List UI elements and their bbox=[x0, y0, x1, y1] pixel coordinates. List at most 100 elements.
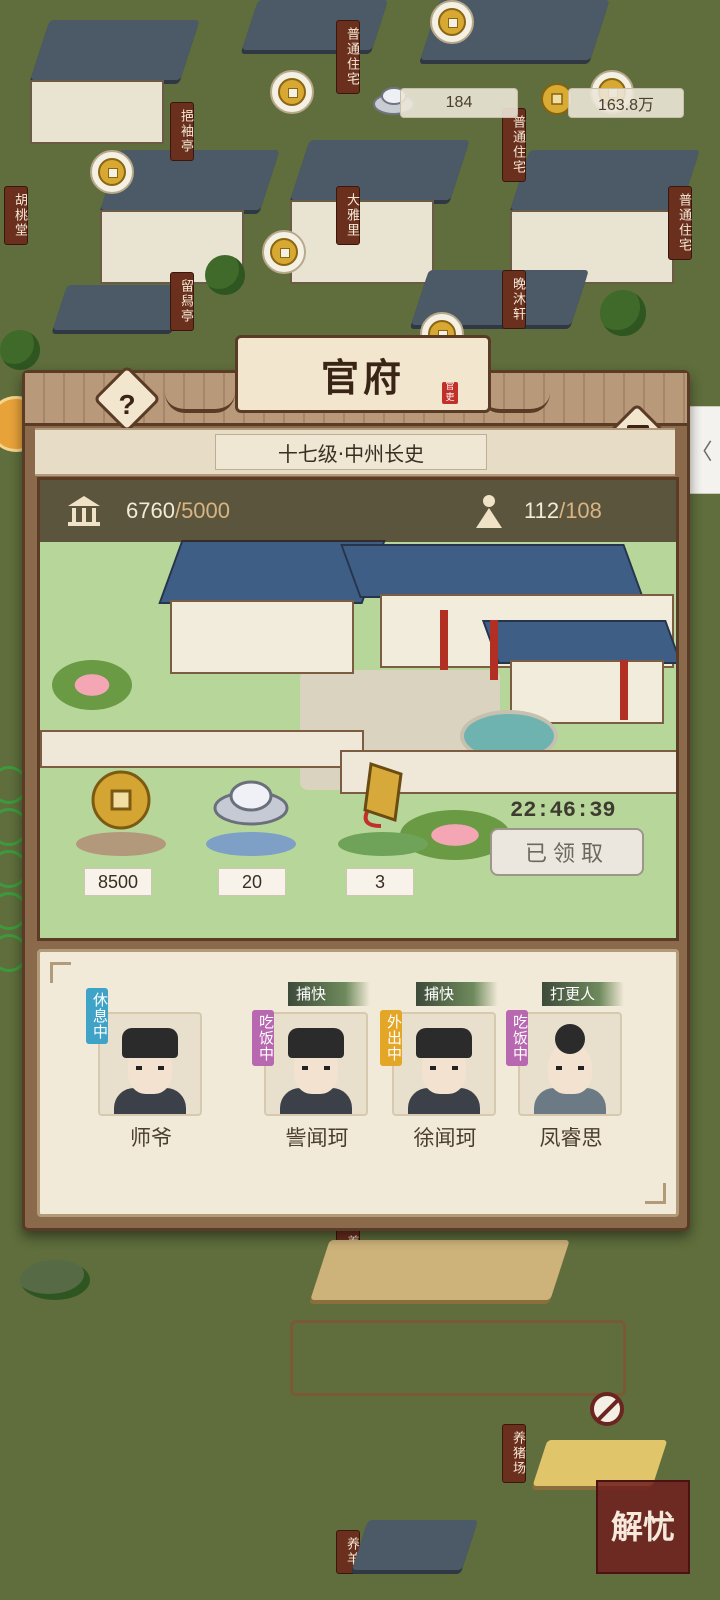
fence bbox=[290, 1320, 626, 1396]
staff-status: 吃饭中 bbox=[252, 1010, 275, 1066]
staff-portrait bbox=[264, 1012, 368, 1116]
prestige-current: 6760 bbox=[126, 498, 175, 523]
reward-token: 3 bbox=[338, 762, 428, 896]
house-roof bbox=[241, 0, 389, 50]
tree bbox=[205, 255, 245, 295]
map-label[interactable]: 挹袖亭 bbox=[170, 102, 194, 161]
hall-wall bbox=[170, 600, 354, 674]
rank-title: 十七级·中州长史 bbox=[215, 434, 487, 470]
solve-worries-button[interactable]: 解忧 bbox=[596, 1480, 690, 1574]
silver-counter[interactable]: 184 bbox=[400, 88, 518, 118]
silver-ingot-icon bbox=[213, 780, 289, 826]
hat bbox=[122, 1028, 178, 1058]
staff-portrait bbox=[518, 1012, 622, 1116]
staff-name: 师爷 bbox=[130, 1126, 172, 1150]
hair bbox=[555, 1024, 585, 1054]
staff-role: 捕快 bbox=[416, 982, 498, 1006]
population-max: /108 bbox=[559, 498, 602, 523]
staff-list: 休息中 师爷 捕快 吃饭中 訾闻珂 捕快 外出中 徐闻珂 打更人 吃饭中 凤睿思 bbox=[37, 949, 679, 1217]
coin-counter[interactable]: 163.8万 bbox=[568, 88, 684, 118]
house-roof bbox=[351, 1520, 479, 1570]
hall-roof bbox=[481, 620, 676, 664]
corner-ornament bbox=[645, 1183, 666, 1204]
seal-stamp: 官吏 bbox=[442, 382, 458, 404]
staff-name: 凤睿思 bbox=[539, 1126, 603, 1150]
pavilion-icon bbox=[68, 496, 100, 526]
corner-ornament bbox=[50, 962, 71, 983]
reward-value: 8500 bbox=[84, 868, 152, 896]
staff-status: 吃饭中 bbox=[506, 1010, 529, 1066]
rank-bar: 十七级·中州长史 bbox=[35, 428, 675, 476]
coin-collect-icon[interactable] bbox=[90, 150, 134, 194]
copper-coin-icon bbox=[91, 770, 151, 830]
reward-base bbox=[206, 832, 296, 856]
hat bbox=[288, 1028, 344, 1058]
map-label[interactable]: 留舄亭 bbox=[170, 272, 194, 331]
hat bbox=[416, 1028, 472, 1058]
token-icon bbox=[363, 762, 403, 828]
map-label[interactable]: 养猪场 bbox=[502, 1424, 526, 1483]
population-stat: 112/108 bbox=[524, 498, 602, 524]
staff-portrait bbox=[98, 1012, 202, 1116]
tree bbox=[600, 290, 646, 336]
house-roof bbox=[30, 20, 200, 80]
pillar bbox=[490, 620, 498, 680]
prestige-max: /5000 bbox=[174, 498, 231, 523]
house-roof bbox=[52, 285, 188, 330]
reward-base bbox=[338, 832, 428, 856]
pillar bbox=[620, 660, 628, 720]
staff-card[interactable]: 捕快 吃饭中 訾闻珂 bbox=[252, 972, 372, 1172]
staff-card[interactable]: 打更人 吃饭中 凤睿思 bbox=[506, 972, 626, 1172]
eyes bbox=[430, 1066, 458, 1070]
question-icon[interactable]: ? bbox=[103, 381, 151, 429]
eyes bbox=[556, 1066, 584, 1070]
hall-roof bbox=[340, 544, 644, 598]
map-label[interactable]: 胡桃堂 bbox=[4, 186, 28, 245]
panel-title-plate: 官府 官吏 bbox=[235, 335, 491, 413]
house-wall bbox=[30, 80, 164, 144]
reward-value: 3 bbox=[346, 868, 414, 896]
claim-button[interactable]: 已领取 bbox=[490, 828, 644, 876]
eyes bbox=[302, 1066, 330, 1070]
staff-portrait bbox=[392, 1012, 496, 1116]
map-label[interactable]: 普通住宅 bbox=[502, 108, 526, 182]
map-label[interactable]: 普通住宅 bbox=[668, 186, 692, 260]
prestige-stat: 6760/5000 bbox=[126, 498, 230, 524]
eyes bbox=[136, 1066, 164, 1070]
staff-status: 外出中 bbox=[380, 1010, 403, 1066]
courtyard-wall bbox=[40, 730, 364, 768]
map-label[interactable]: 普通住宅 bbox=[336, 20, 360, 94]
population-current: 112 bbox=[524, 498, 560, 523]
government-office-panel: 官府 官吏 ? 十七级·中州长史 6760/5000 112/108 8500 … bbox=[22, 335, 690, 1231]
flower-bed bbox=[52, 660, 132, 710]
staff-name: 訾闻珂 bbox=[285, 1126, 349, 1150]
coin-collect-icon[interactable] bbox=[262, 230, 306, 274]
reward-silver: 20 bbox=[206, 780, 296, 896]
staff-status: 休息中 bbox=[86, 988, 109, 1044]
stat-strip: 6760/5000 112/108 bbox=[40, 480, 676, 542]
map-label[interactable]: 晚沐轩 bbox=[502, 270, 526, 329]
tree bbox=[20, 1260, 90, 1300]
office-scene: 6760/5000 112/108 8500 20 3 22:46:39 已领取 bbox=[37, 477, 679, 941]
coin-collect-icon[interactable] bbox=[270, 70, 314, 114]
pillar bbox=[440, 610, 448, 670]
tree bbox=[0, 330, 40, 370]
staff-role: 打更人 bbox=[542, 982, 624, 1006]
staff-card[interactable]: 休息中 师爷 bbox=[86, 972, 206, 1172]
prohibit-icon[interactable] bbox=[590, 1392, 624, 1426]
map-label[interactable]: 大雅里 bbox=[336, 186, 360, 245]
staff-role: 捕快 bbox=[288, 982, 370, 1006]
cloud-ornament bbox=[165, 393, 235, 413]
reward-base bbox=[76, 832, 166, 856]
claim-timer: 22:46:39 bbox=[510, 798, 616, 823]
person-icon bbox=[476, 495, 502, 528]
reward-coins: 8500 bbox=[76, 770, 166, 896]
reward-value: 20 bbox=[218, 868, 286, 896]
coin-collect-icon[interactable] bbox=[430, 0, 474, 44]
house-roof bbox=[290, 140, 470, 200]
staff-name: 徐闻珂 bbox=[413, 1126, 477, 1150]
house-wall bbox=[290, 200, 434, 284]
stable-roof bbox=[310, 1240, 570, 1300]
staff-card[interactable]: 捕快 外出中 徐闻珂 bbox=[380, 972, 500, 1172]
panel-title: 官府 bbox=[320, 354, 405, 400]
